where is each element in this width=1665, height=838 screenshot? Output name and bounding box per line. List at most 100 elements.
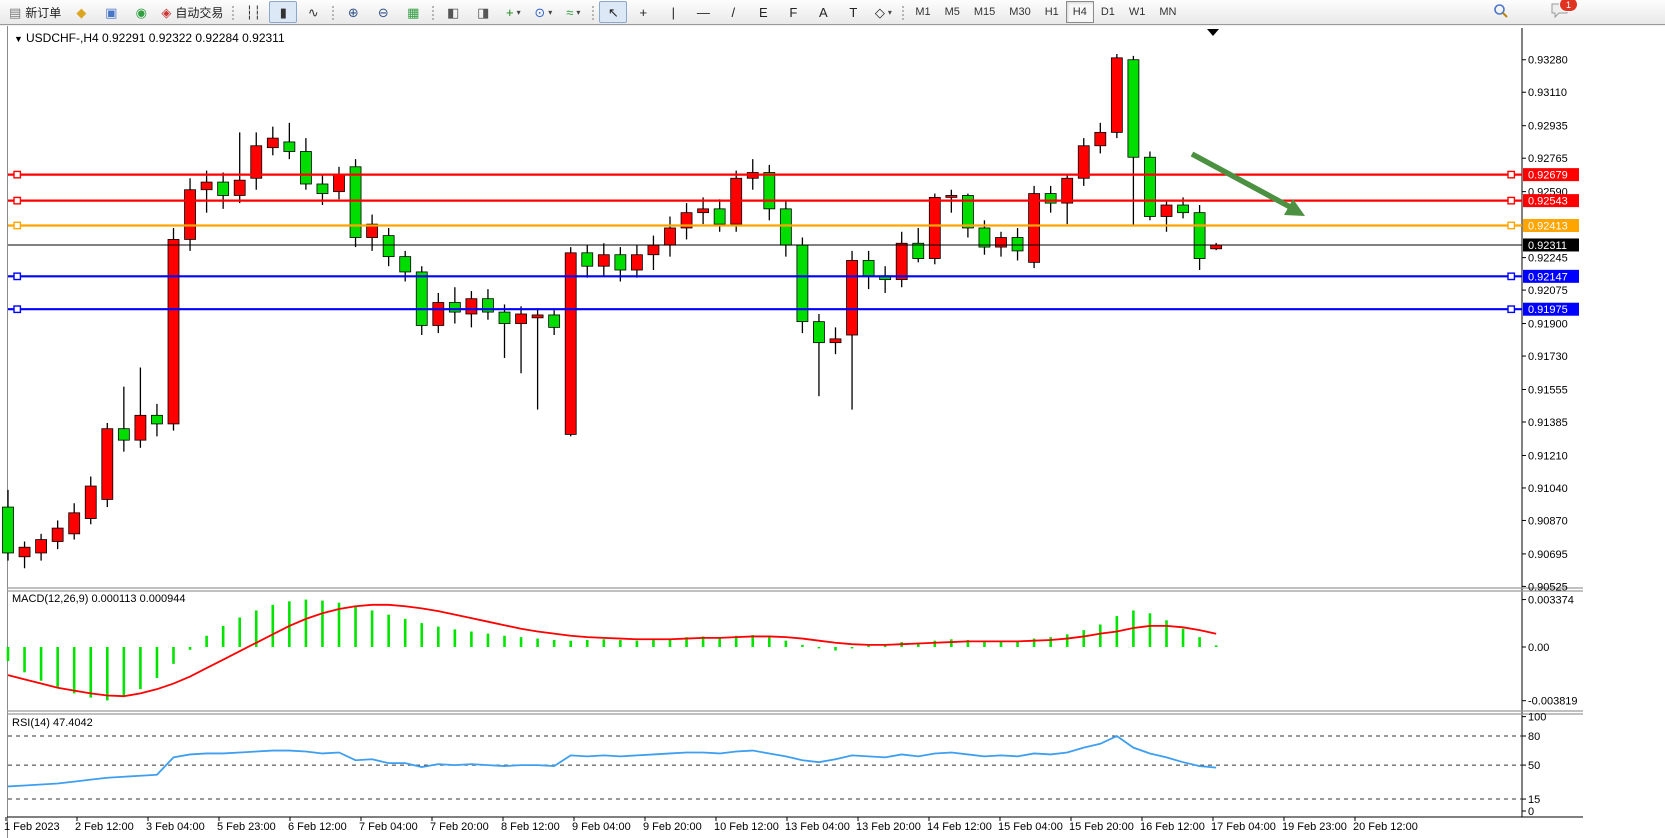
time-tick-label: 13 Feb 20:00	[856, 821, 921, 833]
candlestick-chart-type-button[interactable]: ▮	[269, 1, 297, 23]
label-tool-button[interactable]: T	[839, 1, 867, 23]
text-tool-button[interactable]: A	[809, 1, 837, 23]
timeframe-mn-button[interactable]: MN	[1152, 1, 1183, 23]
candlestick-icon: ▮	[280, 6, 287, 19]
bull-candle-body	[185, 190, 196, 240]
line-chart-type-button[interactable]: ∿	[299, 1, 327, 23]
timeframe-m1-button[interactable]: M1	[908, 1, 937, 23]
hline-handle[interactable]	[14, 222, 20, 228]
bull-candle-body	[85, 486, 96, 518]
bull-candle-body	[69, 513, 80, 534]
bear-candle-body	[549, 315, 560, 327]
toolbar-right: 1	[1493, 3, 1665, 22]
cascade-charts-button[interactable]: ◨	[469, 1, 497, 23]
arrange-charts-button[interactable]: ◧	[439, 1, 467, 23]
bull-candle-body	[168, 239, 179, 423]
hline-handle[interactable]	[1508, 171, 1514, 177]
trendline-icon: /	[732, 6, 736, 19]
shapes-tool-button[interactable]: ◇▾	[869, 1, 897, 23]
toolbar-separator	[232, 6, 234, 20]
bull-candle-body	[631, 255, 642, 270]
zoom-out-icon: ⊖	[378, 6, 389, 19]
time-tick-label: 7 Feb 04:00	[359, 821, 418, 833]
bear-candle-body	[416, 272, 427, 326]
chat-bubble-icon[interactable]: 1	[1551, 3, 1569, 21]
hline-handle[interactable]	[14, 197, 20, 203]
bear-candle-body	[3, 507, 14, 553]
auto-trading-button[interactable]: ◈自动交易	[157, 1, 227, 23]
hline-handle[interactable]	[1508, 222, 1514, 228]
bear-candle-body	[400, 257, 411, 272]
timeframe-buttons: M1M5M15M30H1H4D1W1MN	[908, 1, 1183, 23]
timeframe-m30-button[interactable]: M30	[1002, 1, 1037, 23]
bull-candle-body	[896, 243, 907, 279]
price-badge-label: 0.92147	[1528, 271, 1568, 283]
chart-title: ▼USDCHF-,H4 0.92291 0.92322 0.92284 0.92…	[14, 31, 285, 45]
hline-handle[interactable]	[14, 306, 20, 312]
horizontal-line-tool-button[interactable]: —	[689, 1, 717, 23]
chevron-down-icon[interactable]: ▾	[888, 8, 892, 17]
template-button[interactable]: ≈▾	[559, 1, 587, 23]
tile-windows-button[interactable]: ▦	[399, 1, 427, 23]
candle	[350, 159, 361, 247]
chevron-down-icon[interactable]: ▾	[517, 8, 521, 17]
bull-candle-body	[234, 180, 245, 195]
bull-candle-body	[665, 228, 676, 245]
hline-handle[interactable]	[14, 171, 20, 177]
timeframe-h1-button[interactable]: H1	[1038, 1, 1066, 23]
chevron-down-icon[interactable]: ▾	[548, 8, 552, 17]
bull-candle-body	[996, 238, 1007, 248]
new-chart-button[interactable]: +▾	[499, 1, 527, 23]
bear-candle-body	[1144, 157, 1155, 216]
trendline-tool-button[interactable]: /	[719, 1, 747, 23]
zoom-out-button[interactable]: ⊖	[369, 1, 397, 23]
bull-candle-body	[433, 303, 444, 326]
hline-handle[interactable]	[1508, 273, 1514, 279]
timeframe-d1-button[interactable]: D1	[1094, 1, 1122, 23]
channel-icon: E	[759, 6, 768, 19]
time-tick-label: 15 Feb 20:00	[1069, 821, 1134, 833]
text-icon: A	[819, 6, 828, 19]
time-tick-label: 17 Feb 04:00	[1211, 821, 1276, 833]
timeframe-m5-button[interactable]: M5	[938, 1, 967, 23]
bull-candle-body	[1161, 205, 1172, 216]
price-tick-label: 0.91385	[1528, 417, 1568, 429]
time-tick-label: 3 Feb 04:00	[146, 821, 205, 833]
bear-candle-body	[615, 255, 626, 270]
virtual-hosting-button[interactable]: ▣	[97, 1, 125, 23]
search-icon[interactable]	[1493, 3, 1509, 22]
bar-chart-type-button[interactable]: ┆┆	[239, 1, 267, 23]
bull-candle-body	[251, 146, 262, 178]
bull-candle-body	[830, 339, 841, 343]
hline-handle[interactable]	[1508, 306, 1514, 312]
bear-candle-body	[1178, 205, 1189, 213]
timeframe-m15-button[interactable]: M15	[967, 1, 1002, 23]
price-tick-label: 0.92075	[1528, 285, 1568, 297]
macd-tick-label: 0.00	[1528, 642, 1549, 654]
timeframe-h4-button[interactable]: H4	[1066, 1, 1094, 23]
period-button[interactable]: ⊙▾	[529, 1, 557, 23]
channel-tool-button[interactable]: E	[749, 1, 777, 23]
time-tick-label: 1 Feb 2023	[4, 821, 60, 833]
bull-candle-body	[516, 314, 527, 324]
chevron-down-icon[interactable]: ▾	[576, 8, 580, 17]
vertical-line-tool-button[interactable]: |	[659, 1, 687, 23]
rsi-tick-label: 80	[1528, 731, 1540, 743]
bull-candle-body	[946, 195, 957, 197]
timeframe-w1-button[interactable]: W1	[1122, 1, 1153, 23]
zoom-in-button[interactable]: ⊕	[339, 1, 367, 23]
crosshair-tool-button[interactable]: +	[629, 1, 657, 23]
label-icon: T	[849, 6, 857, 19]
hline-handle[interactable]	[1508, 197, 1514, 203]
bull-candle-body	[52, 528, 63, 541]
shapes-icon: ◇	[875, 6, 885, 19]
hline-handle[interactable]	[14, 273, 20, 279]
rsi-tick-label: 0	[1528, 806, 1534, 818]
notification-badge[interactable]: 1	[1559, 0, 1578, 12]
signals-button[interactable]: ◉	[127, 1, 155, 23]
fibonacci-tool-button[interactable]: F	[779, 1, 807, 23]
bull-candle-body	[102, 429, 113, 500]
gold-bars-button[interactable]: ◆	[67, 1, 95, 23]
cursor-tool-button[interactable]: ↖	[599, 1, 627, 23]
new-order-button[interactable]: ▤新订单	[5, 1, 65, 23]
